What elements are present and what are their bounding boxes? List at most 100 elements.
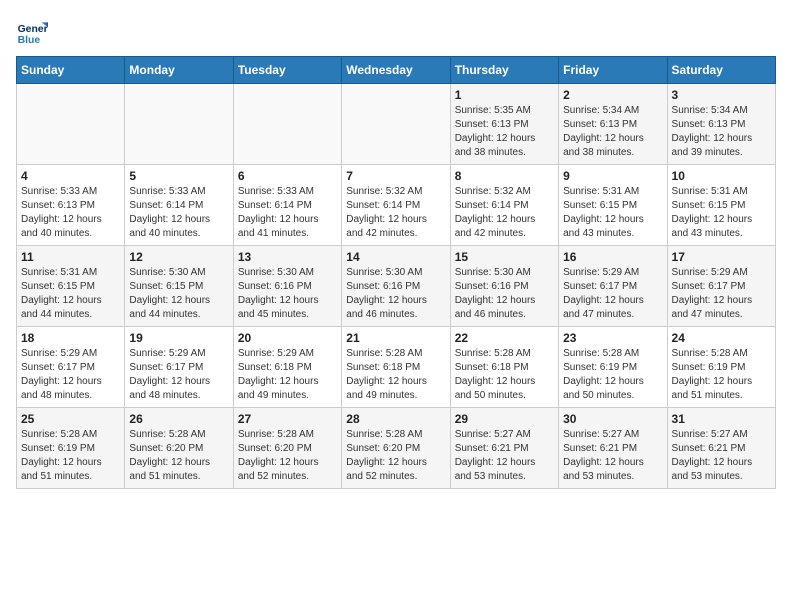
- day-info: Sunrise: 5:27 AM Sunset: 6:21 PM Dayligh…: [563, 428, 662, 484]
- day-info: Sunrise: 5:33 AM Sunset: 6:14 PM Dayligh…: [238, 185, 337, 241]
- calendar-cell: 11 Sunrise: 5:31 AM Sunset: 6:15 PM Dayli…: [17, 246, 125, 327]
- day-number: 12: [129, 250, 228, 264]
- day-info: Sunrise: 5:28 AM Sunset: 6:19 PM Dayligh…: [21, 428, 120, 484]
- day-number: 29: [455, 412, 554, 426]
- day-number: 15: [455, 250, 554, 264]
- calendar-cell: 13 Sunrise: 5:30 AM Sunset: 6:16 PM Dayli…: [233, 246, 341, 327]
- day-info: Sunrise: 5:30 AM Sunset: 6:16 PM Dayligh…: [238, 266, 337, 322]
- calendar-week-row: 18 Sunrise: 5:29 AM Sunset: 6:17 PM Dayli…: [17, 327, 776, 408]
- day-info: Sunrise: 5:28 AM Sunset: 6:20 PM Dayligh…: [129, 428, 228, 484]
- calendar-cell: 31 Sunrise: 5:27 AM Sunset: 6:21 PM Dayli…: [667, 408, 775, 489]
- day-number: 6: [238, 169, 337, 183]
- calendar-cell: 29Sunrise: 5:27 AM Sunset: 6:21 PM Dayli…: [450, 408, 558, 489]
- day-info: Sunrise: 5:35 AM Sunset: 6:13 PM Dayligh…: [455, 104, 554, 160]
- day-info: Sunrise: 5:29 AM Sunset: 6:18 PM Dayligh…: [238, 347, 337, 403]
- calendar-cell: 8Sunrise: 5:32 AM Sunset: 6:14 PM Daylig…: [450, 165, 558, 246]
- day-number: 7: [346, 169, 445, 183]
- calendar-cell: 9 Sunrise: 5:31 AM Sunset: 6:15 PM Daylig…: [559, 165, 667, 246]
- calendar-cell: 4 Sunrise: 5:33 AM Sunset: 6:13 PM Daylig…: [17, 165, 125, 246]
- calendar-cell: [17, 84, 125, 165]
- calendar-cell: [342, 84, 450, 165]
- calendar-cell: 22Sunrise: 5:28 AM Sunset: 6:18 PM Dayli…: [450, 327, 558, 408]
- day-number: 25: [21, 412, 120, 426]
- day-number: 10: [672, 169, 771, 183]
- calendar-cell: [233, 84, 341, 165]
- calendar-cell: 21Sunrise: 5:28 AM Sunset: 6:18 PM Dayli…: [342, 327, 450, 408]
- day-of-week-header: Thursday: [450, 57, 558, 84]
- calendar-cell: 14 Sunrise: 5:30 AM Sunset: 6:16 PM Dayli…: [342, 246, 450, 327]
- day-of-week-header: Friday: [559, 57, 667, 84]
- day-info: Sunrise: 5:29 AM Sunset: 6:17 PM Dayligh…: [21, 347, 120, 403]
- calendar-cell: 28 Sunrise: 5:28 AM Sunset: 6:20 PM Dayli…: [342, 408, 450, 489]
- day-number: 30: [563, 412, 662, 426]
- day-number: 19: [129, 331, 228, 345]
- logo-icon: General Blue: [16, 16, 48, 48]
- day-of-week-header: Monday: [125, 57, 233, 84]
- calendar-cell: 3 Sunrise: 5:34 AM Sunset: 6:13 PM Daylig…: [667, 84, 775, 165]
- day-info: Sunrise: 5:30 AM Sunset: 6:15 PM Dayligh…: [129, 266, 228, 322]
- day-number: 1: [455, 88, 554, 102]
- calendar-header: SundayMondayTuesdayWednesdayThursdayFrid…: [17, 57, 776, 84]
- day-number: 20: [238, 331, 337, 345]
- day-number: 9: [563, 169, 662, 183]
- calendar-cell: 27Sunrise: 5:28 AM Sunset: 6:20 PM Dayli…: [233, 408, 341, 489]
- day-info: Sunrise: 5:29 AM Sunset: 6:17 PM Dayligh…: [672, 266, 771, 322]
- day-number: 21: [346, 331, 445, 345]
- day-number: 4: [21, 169, 120, 183]
- day-number: 13: [238, 250, 337, 264]
- day-number: 24: [672, 331, 771, 345]
- day-info: Sunrise: 5:28 AM Sunset: 6:20 PM Dayligh…: [346, 428, 445, 484]
- calendar-cell: 20 Sunrise: 5:29 AM Sunset: 6:18 PM Dayli…: [233, 327, 341, 408]
- day-info: Sunrise: 5:30 AM Sunset: 6:16 PM Dayligh…: [346, 266, 445, 322]
- day-info: Sunrise: 5:31 AM Sunset: 6:15 PM Dayligh…: [563, 185, 662, 241]
- calendar-cell: 23 Sunrise: 5:28 AM Sunset: 6:19 PM Dayli…: [559, 327, 667, 408]
- day-of-week-header: Wednesday: [342, 57, 450, 84]
- day-info: Sunrise: 5:33 AM Sunset: 6:14 PM Dayligh…: [129, 185, 228, 241]
- day-info: Sunrise: 5:29 AM Sunset: 6:17 PM Dayligh…: [563, 266, 662, 322]
- day-of-week-header: Tuesday: [233, 57, 341, 84]
- svg-text:General: General: [18, 24, 48, 35]
- day-info: Sunrise: 5:31 AM Sunset: 6:15 PM Dayligh…: [672, 185, 771, 241]
- day-number: 5: [129, 169, 228, 183]
- day-info: Sunrise: 5:31 AM Sunset: 6:15 PM Dayligh…: [21, 266, 120, 322]
- calendar-cell: 25 Sunrise: 5:28 AM Sunset: 6:19 PM Dayli…: [17, 408, 125, 489]
- calendar-cell: [125, 84, 233, 165]
- day-number: 23: [563, 331, 662, 345]
- day-info: Sunrise: 5:33 AM Sunset: 6:13 PM Dayligh…: [21, 185, 120, 241]
- calendar-week-row: 4 Sunrise: 5:33 AM Sunset: 6:13 PM Daylig…: [17, 165, 776, 246]
- day-info: Sunrise: 5:30 AM Sunset: 6:16 PM Dayligh…: [455, 266, 554, 322]
- day-info: Sunrise: 5:28 AM Sunset: 6:18 PM Dayligh…: [455, 347, 554, 403]
- day-number: 31: [672, 412, 771, 426]
- day-number: 28: [346, 412, 445, 426]
- calendar-cell: 15 Sunrise: 5:30 AM Sunset: 6:16 PM Dayli…: [450, 246, 558, 327]
- calendar-week-row: 1 Sunrise: 5:35 AM Sunset: 6:13 PM Daylig…: [17, 84, 776, 165]
- calendar-cell: 12 Sunrise: 5:30 AM Sunset: 6:15 PM Dayli…: [125, 246, 233, 327]
- calendar-table: SundayMondayTuesdayWednesdayThursdayFrid…: [16, 56, 776, 489]
- calendar-body: 1 Sunrise: 5:35 AM Sunset: 6:13 PM Daylig…: [17, 84, 776, 489]
- day-info: Sunrise: 5:32 AM Sunset: 6:14 PM Dayligh…: [455, 185, 554, 241]
- calendar-week-row: 11 Sunrise: 5:31 AM Sunset: 6:15 PM Dayli…: [17, 246, 776, 327]
- day-info: Sunrise: 5:34 AM Sunset: 6:13 PM Dayligh…: [563, 104, 662, 160]
- day-number: 18: [21, 331, 120, 345]
- day-number: 11: [21, 250, 120, 264]
- calendar-cell: 26 Sunrise: 5:28 AM Sunset: 6:20 PM Dayli…: [125, 408, 233, 489]
- day-info: Sunrise: 5:27 AM Sunset: 6:21 PM Dayligh…: [672, 428, 771, 484]
- day-number: 3: [672, 88, 771, 102]
- day-info: Sunrise: 5:28 AM Sunset: 6:19 PM Dayligh…: [563, 347, 662, 403]
- day-number: 14: [346, 250, 445, 264]
- day-number: 26: [129, 412, 228, 426]
- day-number: 2: [563, 88, 662, 102]
- day-info: Sunrise: 5:34 AM Sunset: 6:13 PM Dayligh…: [672, 104, 771, 160]
- calendar-cell: 10 Sunrise: 5:31 AM Sunset: 6:15 PM Dayli…: [667, 165, 775, 246]
- calendar-cell: 17Sunrise: 5:29 AM Sunset: 6:17 PM Dayli…: [667, 246, 775, 327]
- calendar-week-row: 25 Sunrise: 5:28 AM Sunset: 6:19 PM Dayli…: [17, 408, 776, 489]
- calendar-cell: 30 Sunrise: 5:27 AM Sunset: 6:21 PM Dayli…: [559, 408, 667, 489]
- svg-text:Blue: Blue: [18, 35, 41, 46]
- calendar-cell: 6 Sunrise: 5:33 AM Sunset: 6:14 PM Daylig…: [233, 165, 341, 246]
- calendar-cell: 2 Sunrise: 5:34 AM Sunset: 6:13 PM Daylig…: [559, 84, 667, 165]
- calendar-cell: 1 Sunrise: 5:35 AM Sunset: 6:13 PM Daylig…: [450, 84, 558, 165]
- calendar-cell: 19Sunrise: 5:29 AM Sunset: 6:17 PM Dayli…: [125, 327, 233, 408]
- day-info: Sunrise: 5:32 AM Sunset: 6:14 PM Dayligh…: [346, 185, 445, 241]
- logo: General Blue: [16, 16, 48, 48]
- page-header: General Blue: [16, 16, 776, 48]
